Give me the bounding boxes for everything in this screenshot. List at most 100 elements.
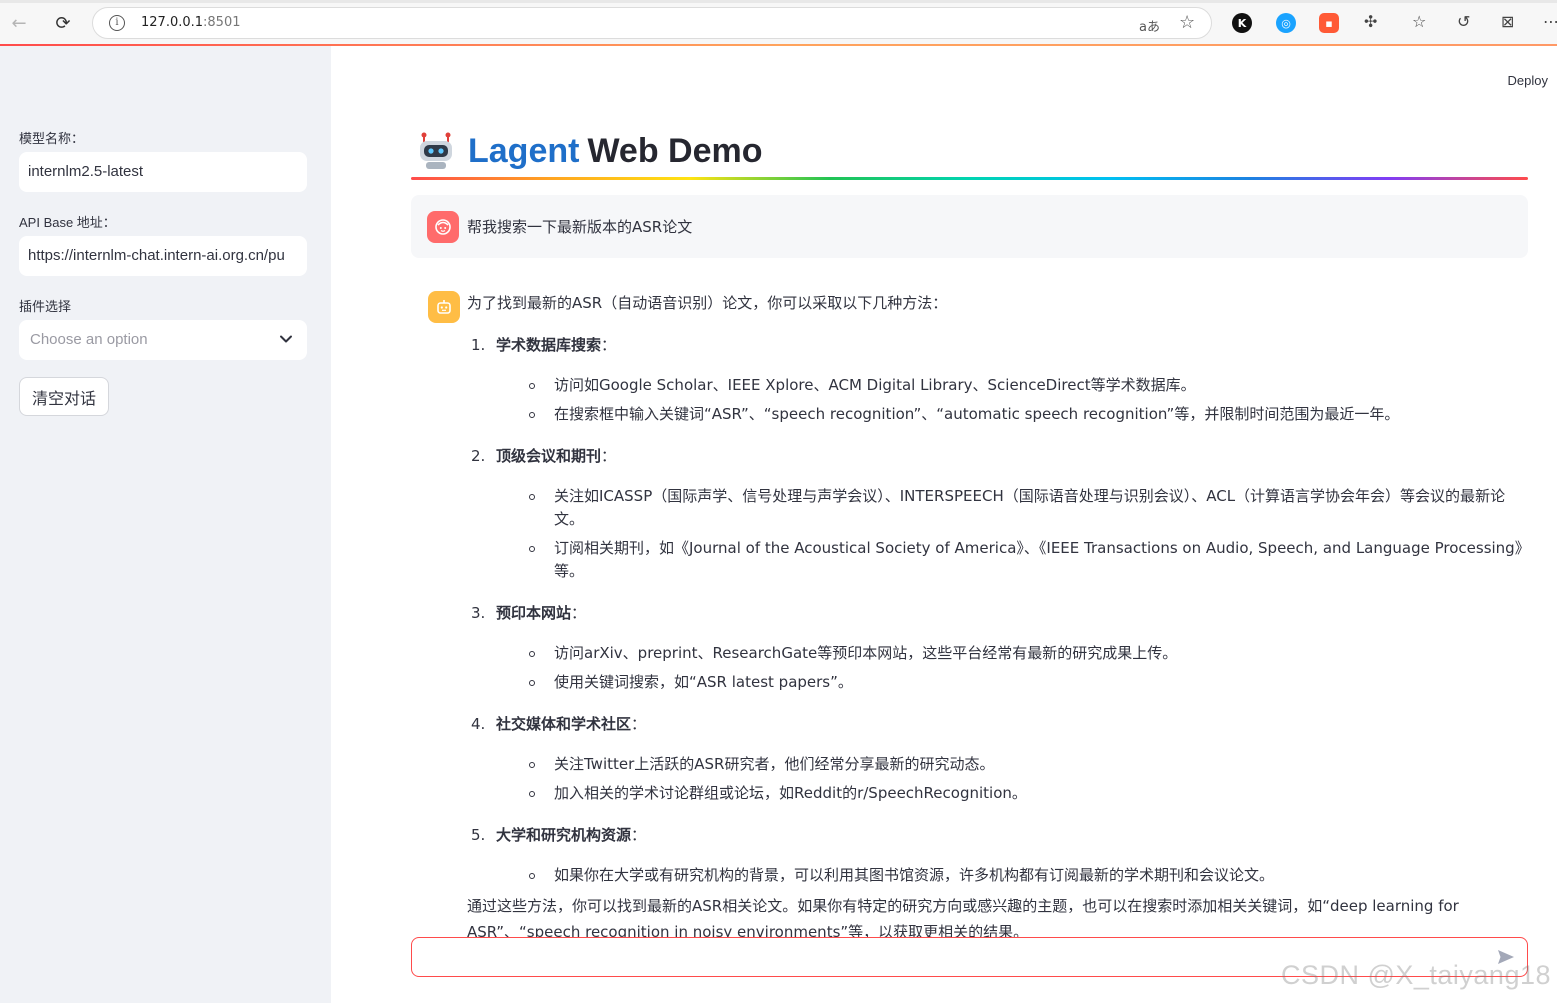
bot-avatar-icon: [428, 291, 460, 323]
bullet-text: 访问arXiv、preprint、ResearchGate等预印本网站，这些平台…: [554, 644, 1178, 662]
url-port: :8501: [203, 15, 241, 30]
list-item-number: 2.: [471, 447, 486, 465]
list-item-title: 社交媒体和学术社区: [496, 715, 632, 733]
bullet-item: 使用关键词搜索，如“ASR latest papers”。: [496, 671, 1532, 694]
bullet-list: 关注如ICASSP（国际声学、信号处理与声学会议）、INTERSPEECH（国际…: [496, 485, 1532, 583]
page-title: Lagent Web Demo: [416, 126, 763, 176]
list-item-colon: ：: [601, 447, 617, 465]
url-host: 127.0.0.1: [141, 15, 204, 30]
list-item-title: 顶级会议和期刊: [496, 447, 602, 465]
list-item-heading: 大学和研究机构资源：: [496, 824, 1532, 847]
title-brand: Lagent: [468, 131, 580, 170]
bullet-circle-icon: [529, 546, 535, 552]
robot-icon: [420, 132, 452, 169]
url-text[interactable]: 127.0.0.1:8501: [141, 15, 241, 30]
list-item-colon: ：: [571, 604, 587, 622]
bullet-circle-icon: [529, 680, 535, 686]
bullet-circle-icon: [529, 412, 535, 418]
bullet-item: 如果你在大学或有研究机构的背景，可以利用其图书馆资源，许多机构都有订阅最新的学术…: [496, 864, 1532, 887]
browser-toolbar: ← ⟳ i 127.0.0.1:8501 aあ ☆ K ◎ ▪ ✣ ☆ ↺ ⊠ …: [0, 0, 1557, 46]
bullet-item: 在搜索框中输入关键词“ASR”、“speech recognition”、“au…: [496, 403, 1532, 426]
assistant-method-list: 1. 学术数据库搜索： 访问如Google Scholar、IEEE Xplore、…: [467, 334, 1532, 887]
model-label: 模型名称：: [19, 131, 85, 146]
bullet-list: 如果你在大学或有研究机构的背景，可以利用其图书馆资源，许多机构都有订阅最新的学术…: [496, 864, 1532, 887]
list-item: 5. 大学和研究机构资源： 如果你在大学或有研究机构的背景，可以利用其图书馆资源，许…: [467, 824, 1532, 887]
plugin-select-placeholder: Choose an option: [30, 331, 148, 348]
bullet-circle-icon: [529, 791, 535, 797]
extension-icon[interactable]: ▪: [1319, 13, 1339, 33]
list-item-heading: 社交媒体和学术社区：: [496, 713, 1532, 736]
bullet-list: 关注Twitter上活跃的ASR研究者，他们经常分享最新的研究动态。加入相关的学…: [496, 753, 1532, 805]
title-suffix: Web Demo: [587, 131, 763, 170]
bullet-text: 访问如Google Scholar、IEEE Xplore、ACM Digita…: [554, 376, 1196, 394]
bullet-text: 加入相关的学术讨论群组或论坛，如Reddit的r/SpeechRecogniti…: [554, 784, 1027, 802]
bullet-circle-icon: [529, 762, 535, 768]
list-item: 4. 社交媒体和学术社区： 关注Twitter上活跃的ASR研究者，他们经常分享最新…: [467, 713, 1532, 805]
list-item: 2. 顶级会议和期刊： 关注如ICASSP（国际声学、信号处理与声学会议）、INTE…: [467, 445, 1532, 583]
bullet-text: 使用关键词搜索，如“ASR latest papers”。: [554, 673, 853, 691]
list-item-number: 1.: [471, 336, 486, 354]
history-icon[interactable]: ↺: [1457, 12, 1470, 31]
list-item-title: 学术数据库搜索: [496, 336, 602, 354]
list-item-colon: ：: [631, 715, 647, 733]
bullet-circle-icon: [529, 651, 535, 657]
list-item-heading: 顶级会议和期刊：: [496, 445, 1532, 468]
sidebar: 模型名称： API Base 地址： 插件选择 Choose an option…: [0, 46, 331, 1003]
model-input[interactable]: [19, 152, 307, 192]
plugin-label: 插件选择: [19, 299, 72, 314]
list-item: 3. 预印本网站： 访问arXiv、preprint、ResearchGate等预印…: [467, 602, 1532, 694]
bullet-circle-icon: [529, 873, 535, 879]
extension-icon[interactable]: ◎: [1276, 13, 1296, 33]
main-panel: Deploy Lagent Web Demo 帮我搜索一下最新版本的ASR论文 …: [331, 46, 1557, 1003]
info-icon[interactable]: i: [109, 15, 125, 31]
translate-icon[interactable]: aあ: [1139, 16, 1160, 35]
list-item-heading: 预印本网站：: [496, 602, 1532, 625]
list-item-heading: 学术数据库搜索：: [496, 334, 1532, 357]
bullet-text: 关注如ICASSP（国际声学、信号处理与声学会议）、INTERSPEECH（国际…: [554, 487, 1506, 528]
address-bar[interactable]: i 127.0.0.1:8501 aあ ☆: [92, 7, 1212, 39]
bullet-item: 访问如Google Scholar、IEEE Xplore、ACM Digita…: [496, 374, 1532, 397]
bullet-circle-icon: [529, 494, 535, 500]
assistant-message: 为了找到最新的ASR（自动语音识别）论文，你可以采取以下几种方法： 1. 学术数据…: [467, 292, 1532, 945]
user-avatar-icon: [427, 211, 459, 243]
bullet-item: 订阅相关期刊，如《Journal of the Acoustical Socie…: [496, 537, 1532, 583]
tab-strip: [0, 0, 1557, 3]
list-item: 1. 学术数据库搜索： 访问如Google Scholar、IEEE Xplore、…: [467, 334, 1532, 426]
back-icon[interactable]: ←: [8, 12, 30, 34]
bullet-list: 访问arXiv、preprint、ResearchGate等预印本网站，这些平台…: [496, 642, 1532, 694]
user-message: 帮我搜索一下最新版本的ASR论文: [411, 195, 1528, 258]
bullet-item: 访问arXiv、preprint、ResearchGate等预印本网站，这些平台…: [496, 642, 1532, 665]
list-item-colon: ：: [601, 336, 617, 354]
chevron-down-icon: [280, 335, 292, 343]
clear-chat-button[interactable]: 清空对话: [19, 377, 109, 416]
extension-icon[interactable]: ✣: [1364, 12, 1377, 31]
deploy-button[interactable]: Deploy: [1508, 73, 1548, 88]
more-icon[interactable]: ⋯: [1543, 12, 1557, 31]
watermark: CSDN @X_taiyang18: [1280, 960, 1551, 990]
bullet-circle-icon: [529, 383, 535, 389]
star-icon[interactable]: ☆: [1179, 12, 1195, 33]
bullet-text: 如果你在大学或有研究机构的背景，可以利用其图书馆资源，许多机构都有订阅最新的学术…: [554, 866, 1275, 884]
list-item-number: 5.: [471, 826, 486, 844]
bullet-text: 订阅相关期刊，如《Journal of the Acoustical Socie…: [554, 539, 1530, 580]
list-item-number: 4.: [471, 715, 486, 733]
bullet-text: 在搜索框中输入关键词“ASR”、“speech recognition”、“au…: [554, 405, 1400, 423]
bullet-item: 关注如ICASSP（国际声学、信号处理与声学会议）、INTERSPEECH（国际…: [496, 485, 1532, 531]
reload-icon[interactable]: ⟳: [52, 12, 74, 34]
plugin-select[interactable]: Choose an option: [19, 320, 307, 360]
bullet-text: 关注Twitter上活跃的ASR研究者，他们经常分享最新的研究动态。: [554, 755, 995, 773]
api-base-label: API Base 地址：: [19, 215, 116, 230]
api-base-input[interactable]: [19, 236, 307, 276]
title-divider: [411, 177, 1528, 180]
favorites-icon[interactable]: ☆: [1412, 12, 1426, 31]
list-item-title: 预印本网站: [496, 604, 572, 622]
list-item-colon: ：: [631, 826, 647, 844]
user-message-text: 帮我搜索一下最新版本的ASR论文: [467, 218, 693, 236]
bullet-item: 关注Twitter上活跃的ASR研究者，他们经常分享最新的研究动态。: [496, 753, 1532, 776]
list-item-number: 3.: [471, 604, 486, 622]
bullet-list: 访问如Google Scholar、IEEE Xplore、ACM Digita…: [496, 374, 1532, 426]
bullet-item: 加入相关的学术讨论群组或论坛，如Reddit的r/SpeechRecogniti…: [496, 782, 1532, 805]
list-item-title: 大学和研究机构资源: [496, 826, 632, 844]
extension-icon[interactable]: K: [1232, 13, 1252, 33]
screenshot-icon[interactable]: ⊠: [1501, 12, 1514, 31]
